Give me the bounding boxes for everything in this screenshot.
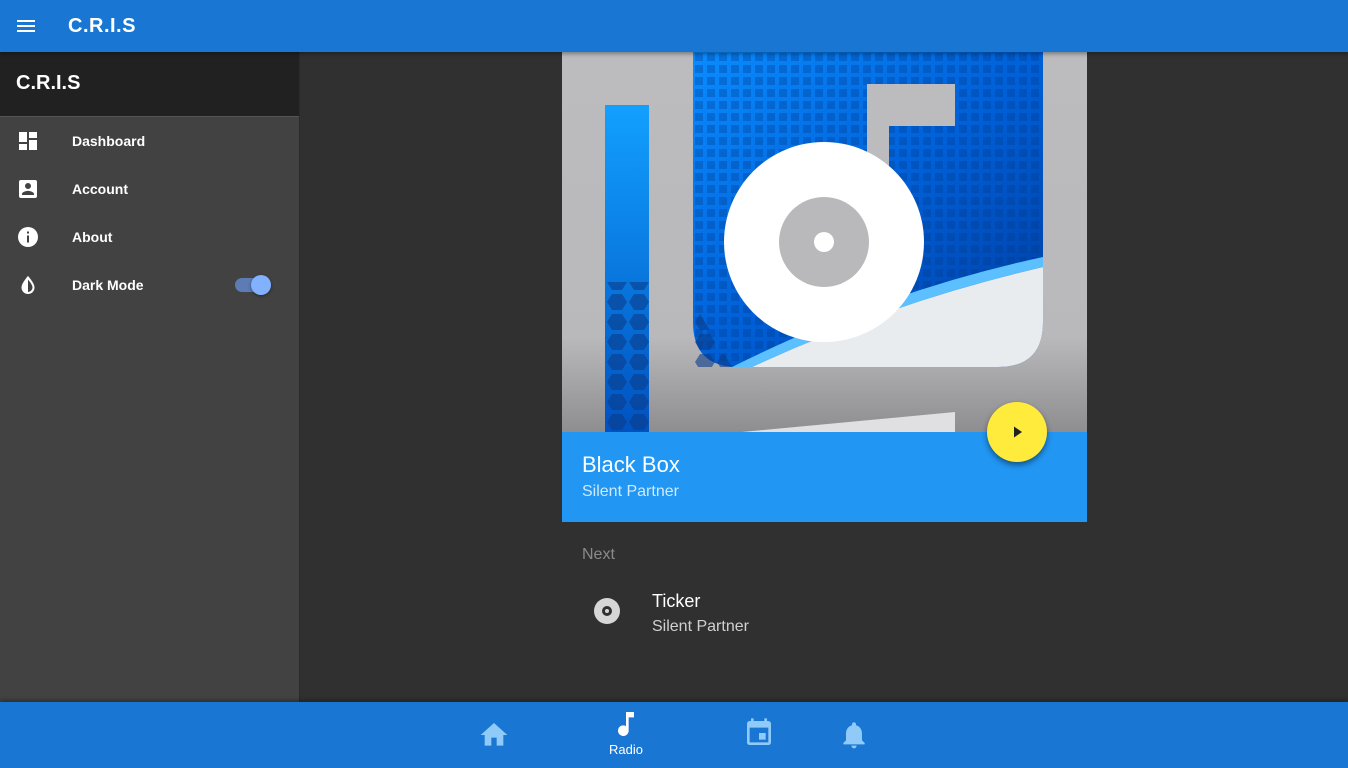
sidebar-item-label: Dark Mode bbox=[72, 277, 144, 293]
toggle-thumb bbox=[251, 275, 271, 295]
sidebar-item-dashboard[interactable]: Dashboard bbox=[0, 117, 299, 165]
sidebar-item-dark-mode[interactable]: Dark Mode bbox=[0, 261, 299, 309]
calendar-icon bbox=[747, 718, 771, 745]
bottom-nav-home[interactable] bbox=[464, 702, 524, 768]
dashboard-icon bbox=[16, 129, 40, 153]
music-note-icon bbox=[618, 712, 634, 737]
play-icon bbox=[1014, 426, 1022, 438]
menu-icon[interactable] bbox=[14, 14, 38, 38]
queue-item[interactable]: Ticker Silent Partner bbox=[582, 585, 1087, 641]
queue-item-artist: Silent Partner bbox=[652, 618, 749, 635]
queue-item-title: Ticker bbox=[652, 591, 701, 611]
info-icon bbox=[16, 225, 40, 249]
drawer-header: C.R.I.S bbox=[0, 52, 299, 117]
account-box-icon bbox=[16, 177, 40, 201]
disc-icon bbox=[592, 596, 622, 626]
app-title: C.R.I.S bbox=[68, 15, 136, 37]
album-art bbox=[562, 52, 1087, 432]
sidebar-item-about[interactable]: About bbox=[0, 213, 299, 261]
app-bar: C.R.I.S bbox=[0, 0, 1348, 52]
bottom-nav-label: Radio bbox=[609, 742, 643, 757]
bell-icon bbox=[843, 722, 865, 749]
navigation-drawer: C.R.I.S Dashboard Account About Dark Mod… bbox=[0, 52, 300, 702]
dark-mode-toggle[interactable] bbox=[234, 275, 272, 295]
bottom-nav-calendar[interactable] bbox=[729, 702, 789, 768]
home-icon bbox=[480, 723, 508, 746]
drawer-title: C.R.I.S bbox=[16, 72, 81, 94]
sidebar-item-label: Account bbox=[72, 181, 128, 197]
bottom-navigation: Radio bbox=[0, 702, 1348, 768]
sidebar-item-label: Dashboard bbox=[72, 133, 146, 149]
song-title: Black Box bbox=[582, 452, 680, 477]
bottom-nav-notifications[interactable] bbox=[824, 702, 884, 768]
sidebar-item-label: About bbox=[72, 229, 113, 245]
now-playing-card: Black Box Silent Partner bbox=[562, 52, 1087, 522]
sidebar-item-account[interactable]: Account bbox=[0, 165, 299, 213]
song-artist: Silent Partner bbox=[582, 483, 679, 500]
bottom-nav-radio[interactable]: Radio bbox=[596, 702, 656, 768]
invert-colors-icon bbox=[16, 273, 40, 297]
play-button[interactable] bbox=[987, 402, 1047, 462]
next-heading: Next bbox=[582, 546, 615, 563]
